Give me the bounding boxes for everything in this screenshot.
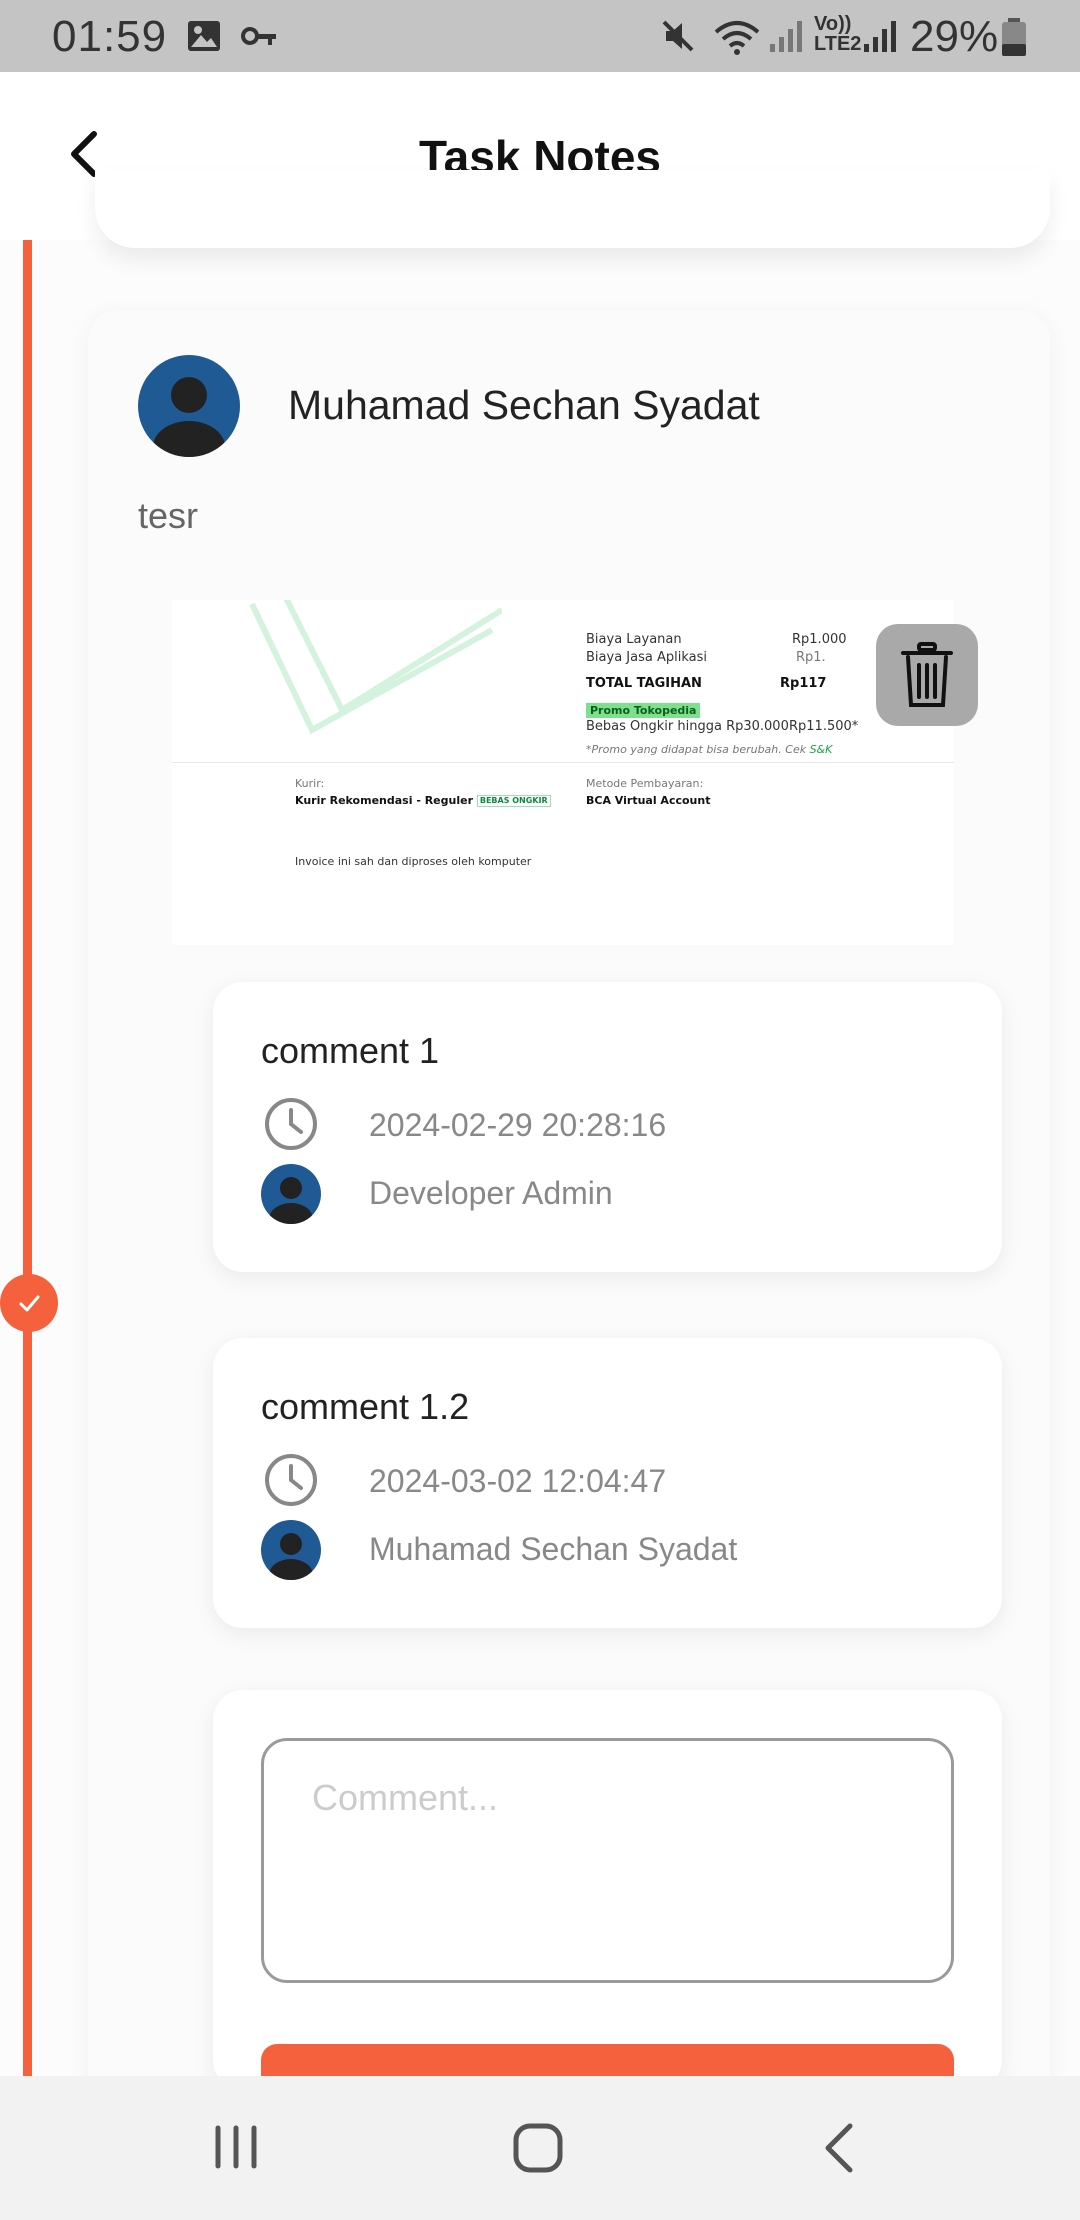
wifi-icon	[712, 18, 762, 63]
timeline-check-icon	[0, 1274, 58, 1332]
note-text: tesr	[138, 495, 199, 536]
volte-icon: Vo)) LTE2	[814, 13, 862, 55]
comment-text: comment 1.2	[261, 1386, 470, 1427]
inv-total-value: Rp117	[780, 676, 827, 691]
mute-icon	[660, 18, 700, 59]
inv-divider	[172, 762, 954, 763]
inv-promo-note: *Promo yang didapat bisa berubah. Cek	[586, 743, 810, 756]
inv-kurir-badge: BEBAS ONGKIR	[476, 795, 551, 807]
clock-icon	[261, 1450, 321, 1510]
inv-bebas-ongkir-label: Bebas Ongkir hingga Rp30.000	[586, 719, 789, 734]
inv-bebas-ongkir-value: Rp11.500*	[789, 719, 859, 734]
comment-author: Muhamad Sechan Syadat	[369, 1531, 738, 1567]
clock-icon	[261, 1094, 321, 1154]
note-attachment-image[interactable]: Biaya Layanan Rp1.000 Biaya Jasa Aplikas…	[172, 600, 954, 945]
timeline-line	[23, 240, 32, 2080]
battery-percent: 29%	[910, 12, 999, 61]
system-nav-bar	[0, 2076, 1080, 2220]
comment-timestamp: 2024-02-29 20:28:16	[369, 1107, 667, 1143]
inv-promo-label: Promo Tokopedia	[586, 703, 701, 718]
status-bar: 01:59 Vo)) LTE2 29%	[0, 0, 1080, 72]
comment-card: comment 1.2 2024-03-02 12:04:47 Muhamad …	[213, 1338, 1002, 1628]
avatar	[261, 1520, 321, 1580]
comment-timestamp: 2024-03-02 12:04:47	[369, 1463, 667, 1499]
inv-biaya-jasa-label: Biaya Jasa Aplikasi	[586, 650, 707, 665]
previous-note-card	[95, 170, 1050, 248]
recent-apps-button[interactable]	[196, 2116, 276, 2180]
inv-biaya-layanan-value: Rp1.000	[792, 632, 847, 647]
avatar	[138, 355, 240, 457]
trash-icon	[901, 642, 953, 707]
battery-icon	[1000, 18, 1028, 63]
system-back-button[interactable]	[800, 2116, 880, 2180]
inv-kurir-value: Kurir Rekomendasi - Reguler	[295, 794, 474, 807]
watermark-stamp-icon	[249, 600, 502, 735]
note-author-name: Muhamad Sechan Syadat	[288, 382, 760, 428]
inv-promo-link: S&K	[809, 743, 833, 756]
home-button[interactable]	[498, 2116, 578, 2180]
comment-author: Developer Admin	[369, 1175, 613, 1211]
inv-kurir-label: Kurir:	[295, 777, 325, 790]
image-icon	[186, 18, 222, 59]
inv-biaya-jasa-value: Rp1.	[796, 650, 826, 665]
home-icon	[513, 2123, 563, 2173]
key-icon	[240, 18, 280, 59]
recent-apps-icon	[215, 2125, 257, 2169]
back-icon	[825, 2123, 853, 2173]
inv-metode-label: Metode Pembayaran:	[586, 777, 704, 790]
inv-footer: Invoice ini sah dan diproses oleh komput…	[295, 855, 532, 868]
status-time: 01:59	[52, 12, 168, 61]
comment-text: comment 1	[261, 1030, 440, 1071]
inv-metode-value: BCA Virtual Account	[586, 794, 711, 807]
delete-attachment-button[interactable]	[876, 624, 978, 726]
comment-card: comment 1 2024-02-29 20:28:16 Developer …	[213, 982, 1002, 1272]
inv-total-label: TOTAL TAGIHAN	[586, 676, 702, 691]
comment-input[interactable]	[261, 1738, 954, 1983]
signal-icon	[862, 18, 898, 59]
signal-icon	[768, 18, 804, 59]
avatar	[261, 1164, 321, 1224]
inv-biaya-layanan-label: Biaya Layanan	[586, 632, 682, 647]
